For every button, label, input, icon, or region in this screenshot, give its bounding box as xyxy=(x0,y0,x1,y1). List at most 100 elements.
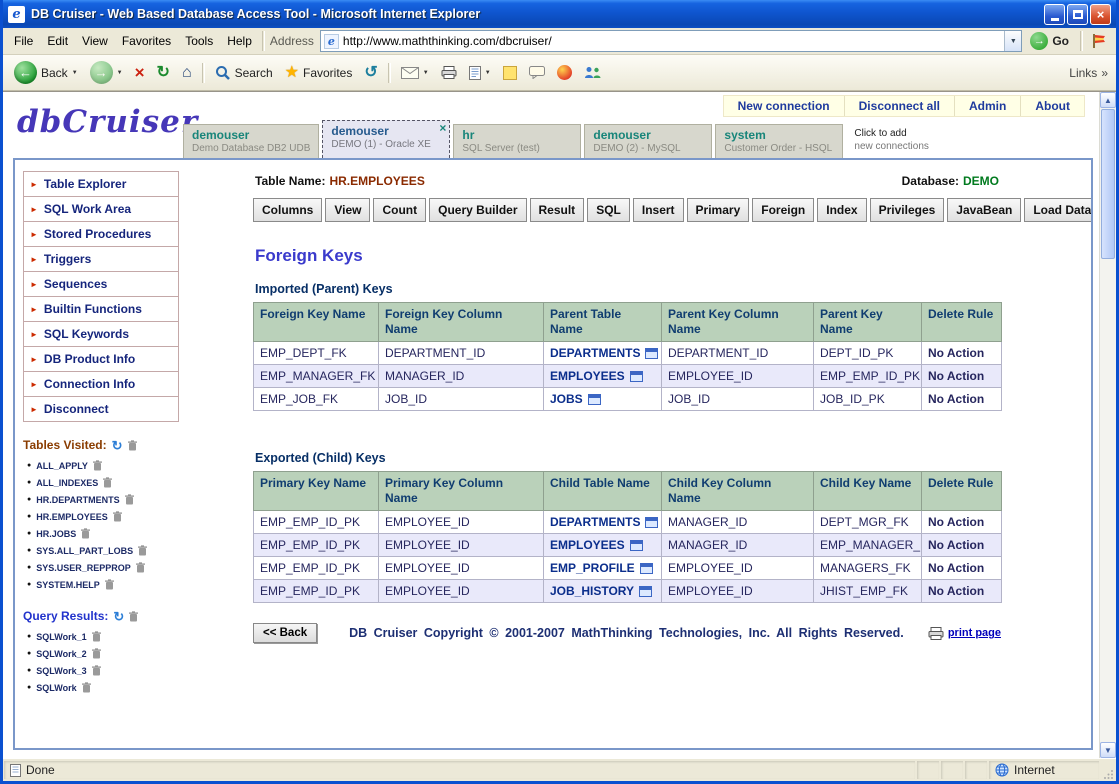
visited-table-item[interactable]: ●HR.EMPLOYEES xyxy=(23,508,179,525)
menu-file[interactable]: File xyxy=(7,31,40,51)
messenger-button[interactable] xyxy=(579,63,607,82)
forward-dropdown-icon[interactable]: ▼ xyxy=(117,70,123,76)
tab-javabean[interactable]: JavaBean xyxy=(947,198,1021,222)
nav-new-connection[interactable]: New connection xyxy=(724,96,844,116)
tab-query-builder[interactable]: Query Builder xyxy=(429,198,526,222)
edit-dropdown-icon[interactable]: ▼ xyxy=(485,70,491,76)
menu-edit[interactable]: Edit xyxy=(40,31,75,51)
query-result-item[interactable]: ●SQLWork xyxy=(23,679,179,696)
query-result-item[interactable]: ●SQLWork_2 xyxy=(23,645,179,662)
connection-tab-hsql[interactable]: system Customer Order - HSQL xyxy=(715,124,843,158)
visited-table-item[interactable]: ●SYSTEM.HELP xyxy=(23,576,179,593)
mail-dropdown-icon[interactable]: ▼ xyxy=(423,70,429,76)
parent-table-link[interactable]: DEPARTMENTS xyxy=(550,346,658,360)
delete-table-icon[interactable] xyxy=(113,511,122,522)
address-bar[interactable]: e http://www.maththinking.com/dbcruiser/… xyxy=(320,30,1022,52)
edit-button[interactable]: ▼ xyxy=(464,63,496,83)
delete-table-icon[interactable] xyxy=(138,545,147,556)
search-button[interactable]: Search xyxy=(210,62,278,84)
nav-disconnect-all[interactable]: Disconnect all xyxy=(844,96,954,116)
delete-table-icon[interactable] xyxy=(93,460,102,471)
stop-button[interactable]: × xyxy=(130,61,150,84)
scrollbar-track[interactable] xyxy=(1100,260,1116,742)
visited-table-item[interactable]: ●SYS.USER_REPPROP xyxy=(23,559,179,576)
connection-tab-db2[interactable]: demouser Demo Database DB2 UDB xyxy=(183,124,319,158)
home-button[interactable]: ⌂ xyxy=(177,62,197,84)
tab-primary[interactable]: Primary xyxy=(687,198,750,222)
sidebar-item-builtin-functions[interactable]: ►Builtin Functions xyxy=(23,296,179,322)
address-url[interactable]: http://www.maththinking.com/dbcruiser/ xyxy=(343,34,1000,48)
print-button[interactable] xyxy=(436,63,462,82)
query-result-item[interactable]: ●SQLWork_3 xyxy=(23,662,179,679)
delete-query-icon[interactable] xyxy=(82,682,91,693)
tab-sql[interactable]: SQL xyxy=(587,198,630,222)
messenger-ball-button[interactable] xyxy=(552,62,577,83)
delete-query-icon[interactable] xyxy=(92,631,101,642)
menu-view[interactable]: View xyxy=(75,31,115,51)
menu-help[interactable]: Help xyxy=(220,31,259,51)
sidebar-item-table-explorer[interactable]: ►Table Explorer xyxy=(23,171,179,197)
links-area[interactable]: Links » xyxy=(1069,66,1110,80)
delete-table-icon[interactable] xyxy=(105,579,114,590)
menu-tools[interactable]: Tools xyxy=(178,31,220,51)
parent-table-link[interactable]: EMPLOYEES xyxy=(550,369,643,383)
menu-favorites[interactable]: Favorites xyxy=(115,31,178,51)
back-page-button[interactable]: << Back xyxy=(253,623,317,643)
sidebar-item-stored-procedures[interactable]: ►Stored Procedures xyxy=(23,221,179,247)
connection-tab-oracle-active[interactable]: × demouser DEMO (1) - Oracle XE xyxy=(322,120,450,158)
tab-view[interactable]: View xyxy=(325,198,370,222)
sidebar-item-connection-info[interactable]: ►Connection Info xyxy=(23,371,179,397)
child-table-link[interactable]: DEPARTMENTS xyxy=(550,515,658,529)
delete-table-icon[interactable] xyxy=(125,494,134,505)
vertical-scrollbar[interactable]: ▲ ▼ xyxy=(1099,92,1116,758)
child-table-link[interactable]: EMPLOYEES xyxy=(550,538,643,552)
tab-insert[interactable]: Insert xyxy=(633,198,684,222)
scrollbar-thumb[interactable] xyxy=(1101,109,1115,259)
nav-about[interactable]: About xyxy=(1020,96,1084,116)
forward-button[interactable]: → ▼ xyxy=(85,58,128,87)
delete-all-queries-icon[interactable] xyxy=(129,611,138,622)
visited-table-item[interactable]: ●ALL_APPLY xyxy=(23,457,179,474)
scroll-up-icon[interactable]: ▲ xyxy=(1100,92,1116,108)
back-dropdown-icon[interactable]: ▼ xyxy=(72,70,78,76)
sidebar-item-sequences[interactable]: ►Sequences xyxy=(23,271,179,297)
delete-all-tables-icon[interactable] xyxy=(128,440,137,451)
visited-table-item[interactable]: ●HR.DEPARTMENTS xyxy=(23,491,179,508)
refresh-tables-icon[interactable]: ↻ xyxy=(112,439,123,452)
connection-tab-mysql[interactable]: demouser DEMO (2) - MySQL xyxy=(584,124,712,158)
nav-admin[interactable]: Admin xyxy=(954,96,1020,116)
go-button[interactable]: → Go xyxy=(1022,32,1077,50)
sidebar-item-sql-work-area[interactable]: ►SQL Work Area xyxy=(23,196,179,222)
discuss-button[interactable] xyxy=(524,63,550,82)
maximize-button[interactable] xyxy=(1067,4,1088,25)
mail-button[interactable]: ▼ xyxy=(396,64,434,82)
tab-index[interactable]: Index xyxy=(817,198,866,222)
close-button[interactable]: × xyxy=(1090,4,1111,25)
history-button[interactable]: ↺ xyxy=(359,62,382,84)
tab-foreign[interactable]: Foreign xyxy=(752,198,814,222)
parent-table-link[interactable]: JOBS xyxy=(550,392,601,406)
close-tab-icon[interactable]: × xyxy=(439,121,446,135)
sidebar-item-disconnect[interactable]: ►Disconnect xyxy=(23,396,179,422)
tab-load-data[interactable]: Load Data xyxy=(1024,198,1091,222)
minimize-button[interactable] xyxy=(1044,4,1065,25)
visited-table-item[interactable]: ●SYS.ALL_PART_LOBS xyxy=(23,542,179,559)
scroll-down-icon[interactable]: ▼ xyxy=(1100,742,1116,758)
sidebar-item-triggers[interactable]: ►Triggers xyxy=(23,246,179,272)
delete-table-icon[interactable] xyxy=(103,477,112,488)
refresh-button[interactable]: ↻ xyxy=(152,62,175,84)
tab-result[interactable]: Result xyxy=(530,198,585,222)
child-table-link[interactable]: EMP_PROFILE xyxy=(550,561,653,575)
resize-grip[interactable] xyxy=(1100,759,1116,781)
address-dropdown-icon[interactable]: ▼ xyxy=(1004,31,1021,51)
visited-table-item[interactable]: ●ALL_INDEXES xyxy=(23,474,179,491)
flag-icon[interactable] xyxy=(1086,30,1112,52)
query-result-item[interactable]: ●SQLWork_1 xyxy=(23,628,179,645)
visited-table-item[interactable]: ●HR.JOBS xyxy=(23,525,179,542)
delete-query-icon[interactable] xyxy=(92,665,101,676)
print-page-label[interactable]: print page xyxy=(948,627,1001,639)
tab-privileges[interactable]: Privileges xyxy=(870,198,945,222)
child-table-link[interactable]: JOB_HISTORY xyxy=(550,584,652,598)
notes-button[interactable] xyxy=(498,63,522,83)
tab-count[interactable]: Count xyxy=(373,198,426,222)
